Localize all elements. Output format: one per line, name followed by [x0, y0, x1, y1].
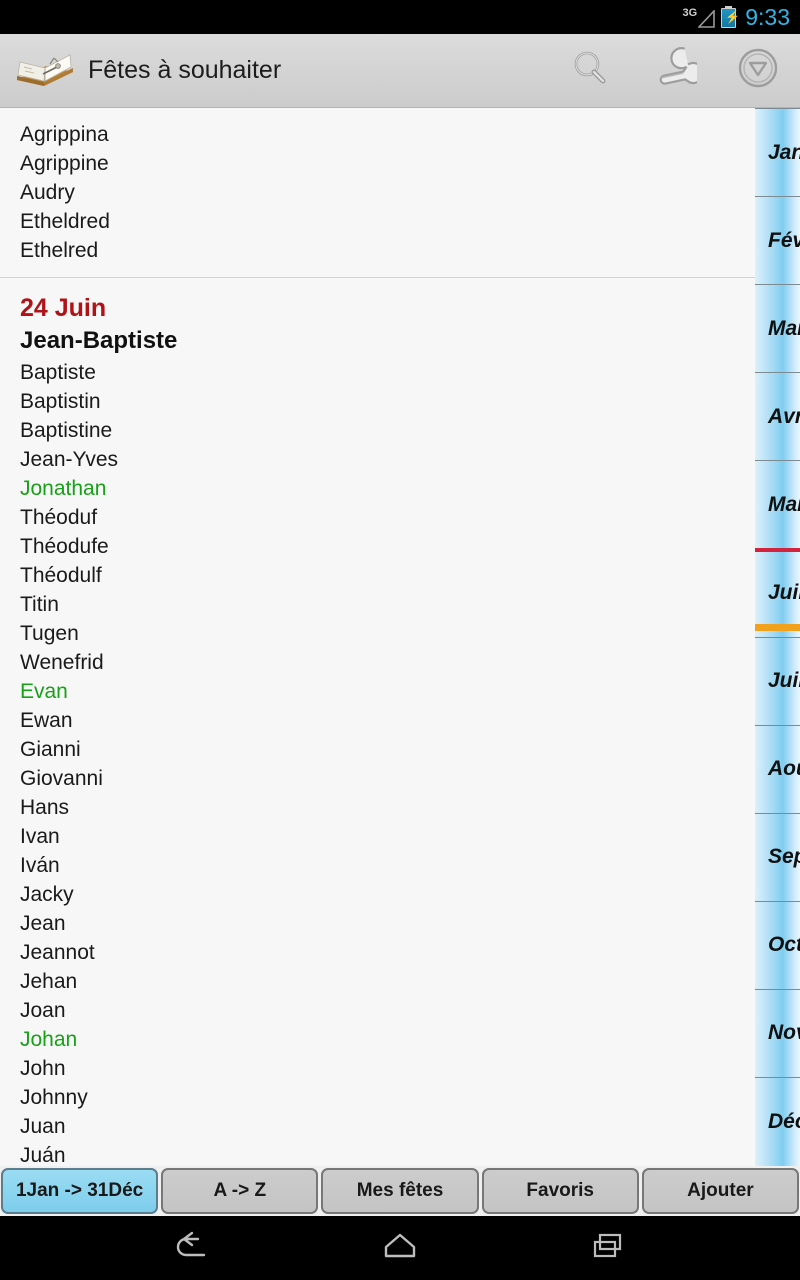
nav-home-button[interactable]	[370, 1226, 430, 1270]
month-item-déc[interactable]: Déc	[755, 1077, 800, 1165]
month-item-jan[interactable]: Jan	[755, 108, 800, 196]
list-item[interactable]: Jehan	[0, 967, 755, 996]
date-header: 24 Juin	[20, 294, 107, 322]
month-label: Sep	[768, 845, 800, 869]
list-item[interactable]: Juán	[0, 1141, 755, 1166]
list-item[interactable]: Tugen	[0, 619, 755, 648]
list-item[interactable]: Ewan	[0, 706, 755, 735]
list-item[interactable]: Ivan	[0, 822, 755, 851]
month-label: Juin	[768, 581, 800, 605]
overflow-button[interactable]	[716, 34, 800, 108]
month-label: Mai	[768, 492, 800, 516]
month-label: Juil	[768, 669, 800, 693]
list-item[interactable]: Iván	[0, 851, 755, 880]
month-label: Aoû	[768, 757, 800, 781]
page-title: Fêtes à souhaiter	[88, 56, 282, 84]
list-item[interactable]: Agrippina	[0, 120, 755, 149]
list-item[interactable]: Johan	[0, 1025, 755, 1054]
battery-charging-icon: ⚡	[721, 6, 740, 28]
month-label: Mar	[768, 316, 800, 340]
list-item[interactable]: Hans	[0, 793, 755, 822]
circle-chevron-down-icon	[736, 46, 780, 95]
month-strip[interactable]: Jan Fév Mar Avri Mai Juin Juil Aoû Sep Octo Nov Déc	[755, 108, 800, 1166]
tab-button-2[interactable]: Mes fêtes	[321, 1168, 479, 1214]
list-item[interactable]: Jean-Yves	[0, 445, 755, 474]
saint-name-header: Jean-Baptiste	[20, 327, 178, 354]
month-marker-bottom	[755, 623, 800, 631]
list-item[interactable]: Jacky	[0, 880, 755, 909]
month-label: Fév	[768, 228, 800, 252]
month-label: Avri	[768, 404, 800, 428]
list-item[interactable]: Wenefrid	[0, 648, 755, 677]
tab-bar: 1Jan -> 31Déc A -> Z Mes fêtes Favoris Ajout…	[0, 1166, 800, 1216]
name-list[interactable]: Agrippina Agrippine Audry Etheldred Ethelred…	[0, 108, 755, 1166]
month-label: Jan	[768, 140, 800, 164]
group-divider	[0, 277, 755, 278]
list-item[interactable]: Théodulf	[0, 561, 755, 590]
list-item[interactable]: Joan	[0, 996, 755, 1025]
status-bar: 3G ⚡ 9:33	[0, 0, 800, 34]
nav-back-button[interactable]	[162, 1226, 222, 1270]
list-item[interactable]: Titin	[0, 590, 755, 619]
search-button[interactable]	[548, 34, 632, 108]
list-item[interactable]: Jean	[0, 909, 755, 938]
list-item[interactable]: Jonathan	[0, 474, 755, 503]
month-item-juil[interactable]: Juil	[755, 636, 800, 725]
list-item[interactable]: Baptistin	[0, 387, 755, 416]
signal-triangle-icon	[698, 10, 716, 28]
nav-recents-button[interactable]	[578, 1226, 638, 1270]
month-label: Octo	[768, 933, 800, 957]
tab-button-3[interactable]: Favoris	[481, 1168, 639, 1214]
tab-button-1[interactable]: A -> Z	[161, 1168, 319, 1214]
month-item-fév[interactable]: Fév	[755, 196, 800, 284]
tab-button-4[interactable]: Ajouter	[641, 1168, 800, 1214]
network-type-label: 3G	[682, 7, 698, 19]
month-item-nov[interactable]: Nov	[755, 988, 800, 1077]
current-group-names: Baptiste Baptistin Baptistine Jean-Yves Jona…	[0, 358, 755, 1166]
list-item[interactable]: Audry	[0, 178, 755, 207]
list-item[interactable]: Gianni	[0, 735, 755, 764]
list-item[interactable]: Giovanni	[0, 764, 755, 793]
list-item[interactable]: Agrippine	[0, 149, 755, 178]
list-item[interactable]: Juan	[0, 1112, 755, 1141]
wrench-icon	[651, 47, 705, 94]
month-marker-top	[755, 548, 800, 553]
month-item-avri[interactable]: Avri	[755, 372, 800, 460]
open-book-icon[interactable]	[14, 48, 76, 94]
list-item-clipped[interactable]	[0, 108, 755, 120]
app-root: 3G ⚡ 9:33 Fêtes à souhaiter Agrippina Ag…	[0, 0, 800, 1280]
action-bar: Fêtes à souhaiter	[0, 34, 800, 108]
month-item-mar[interactable]: Mar	[755, 284, 800, 372]
back-icon	[170, 1229, 214, 1268]
month-item-octo[interactable]: Octo	[755, 900, 800, 989]
tab-button-0[interactable]: 1Jan -> 31Déc	[1, 1168, 159, 1214]
month-item-juin[interactable]: Juin	[755, 548, 800, 636]
recents-icon	[588, 1230, 628, 1267]
list-item[interactable]: Baptiste	[0, 358, 755, 387]
list-item[interactable]: John	[0, 1054, 755, 1083]
month-item-sep[interactable]: Sep	[755, 812, 800, 901]
list-item[interactable]: Baptistine	[0, 416, 755, 445]
home-icon	[380, 1230, 420, 1267]
list-item[interactable]: Etheldred	[0, 207, 755, 236]
month-label: Nov	[768, 1021, 800, 1045]
signal-indicator: 3G	[683, 6, 716, 28]
list-item[interactable]: Théodufe	[0, 532, 755, 561]
system-nav-bar	[0, 1216, 800, 1280]
tools-button[interactable]	[632, 34, 716, 108]
month-item-mai[interactable]: Mai	[755, 460, 800, 548]
status-clock: 9:33	[745, 3, 790, 30]
month-label: Déc	[768, 1109, 800, 1133]
month-item-aoû[interactable]: Aoû	[755, 724, 800, 813]
list-item[interactable]: Evan	[0, 677, 755, 706]
list-item[interactable]: Ethelred	[0, 236, 755, 265]
list-item[interactable]: Jeannot	[0, 938, 755, 967]
list-item[interactable]: Théoduf	[0, 503, 755, 532]
list-item[interactable]: Johnny	[0, 1083, 755, 1112]
previous-group-names: Agrippina Agrippine Audry Etheldred Ethelred	[0, 120, 755, 265]
search-icon	[569, 47, 611, 94]
